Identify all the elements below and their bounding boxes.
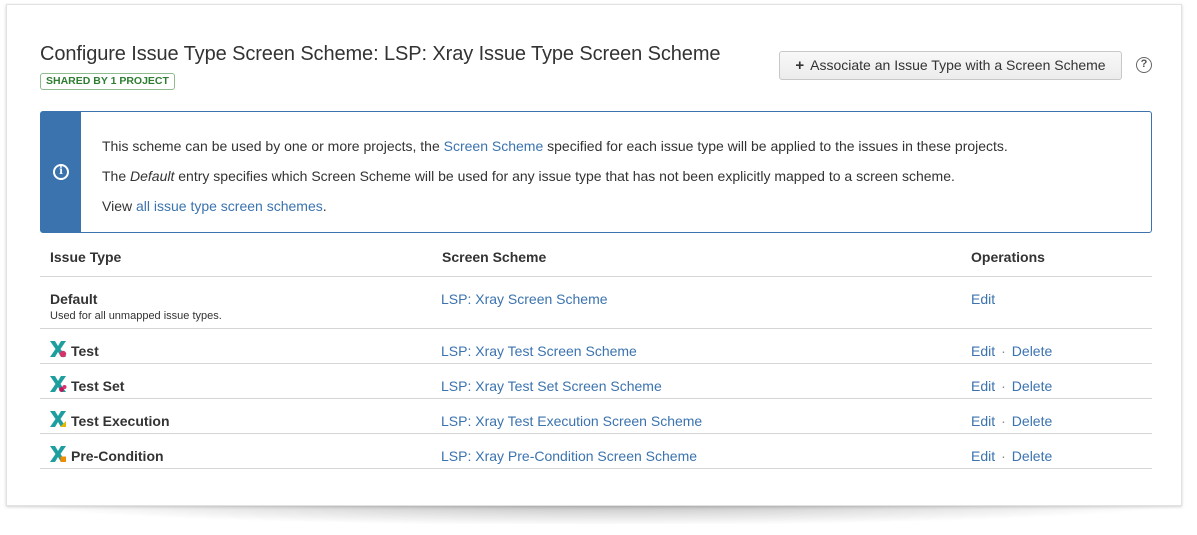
screen-scheme-link-pre-condition[interactable]: LSP: Xray Pre-Condition Screen Scheme <box>441 448 697 464</box>
row-divider <box>40 398 1152 399</box>
info-line-2: The Default entry specifies which Screen… <box>102 168 955 184</box>
screen-scheme-link-test-execution[interactable]: LSP: Xray Test Execution Screen Scheme <box>441 413 702 429</box>
all-schemes-link[interactable]: all issue type screen schemes <box>136 198 323 214</box>
delete-link-test[interactable]: Delete <box>1012 343 1052 359</box>
xray-test-set-icon <box>50 376 67 392</box>
screen-scheme-link-test[interactable]: LSP: Xray Test Screen Scheme <box>441 343 637 359</box>
delete-link-pre-condition[interactable]: Delete <box>1012 448 1052 464</box>
issue-type-name: Pre-Condition <box>71 448 164 464</box>
row-divider <box>40 328 1152 329</box>
plus-icon: + <box>795 57 805 74</box>
edit-link-default[interactable]: Edit <box>971 291 995 307</box>
column-header-operations: Operations <box>971 249 1045 265</box>
column-header-issue-type: Issue Type <box>50 249 122 265</box>
row-divider <box>40 433 1152 434</box>
help-icon[interactable]: ? <box>1136 57 1152 73</box>
issue-type-name: Default <box>50 291 98 307</box>
info-line-1: This scheme can be used by one or more p… <box>102 138 1008 154</box>
delete-link-test-execution[interactable]: Delete <box>1012 413 1052 429</box>
screen-scheme-link-test-set[interactable]: LSP: Xray Test Set Screen Scheme <box>441 378 662 394</box>
associate-issue-type-button[interactable]: + Associate an Issue Type with a Screen S… <box>779 51 1122 80</box>
header-divider <box>40 276 1152 277</box>
row-divider <box>40 363 1152 364</box>
row-divider <box>40 468 1152 469</box>
page-card: Configure Issue Type Screen Scheme: LSP:… <box>6 4 1182 506</box>
issue-type-description: Used for all unmapped issue types. <box>50 310 222 322</box>
issue-type-name: Test Execution <box>71 413 170 429</box>
screen-scheme-link[interactable]: Screen Scheme <box>444 138 544 154</box>
xray-pre-condition-icon <box>50 446 66 462</box>
column-header-screen-scheme: Screen Scheme <box>442 249 547 265</box>
issue-type-name: Test <box>71 343 99 359</box>
associate-button-label: Associate an Issue Type with a Screen Sc… <box>810 57 1106 73</box>
info-bar: i <box>41 112 81 232</box>
screen-scheme-link-default[interactable]: LSP: Xray Screen Scheme <box>441 291 608 307</box>
shared-projects-badge[interactable]: SHARED BY 1 PROJECT <box>40 73 175 90</box>
edit-link-pre-condition[interactable]: Edit <box>971 448 995 464</box>
xray-test-execution-icon <box>50 411 66 427</box>
page-title: Configure Issue Type Screen Scheme: LSP:… <box>40 43 721 65</box>
info-line-3: View all issue type screen schemes. <box>102 198 327 214</box>
info-message: i This scheme can be used by one or more… <box>40 111 1152 233</box>
issue-type-name: Test Set <box>71 378 125 394</box>
xray-test-icon <box>50 341 67 358</box>
info-icon: i <box>53 164 69 180</box>
delete-link-test-set[interactable]: Delete <box>1012 378 1052 394</box>
edit-link-test-set[interactable]: Edit <box>971 378 995 394</box>
edit-link-test-execution[interactable]: Edit <box>971 413 995 429</box>
edit-link-test[interactable]: Edit <box>971 343 995 359</box>
